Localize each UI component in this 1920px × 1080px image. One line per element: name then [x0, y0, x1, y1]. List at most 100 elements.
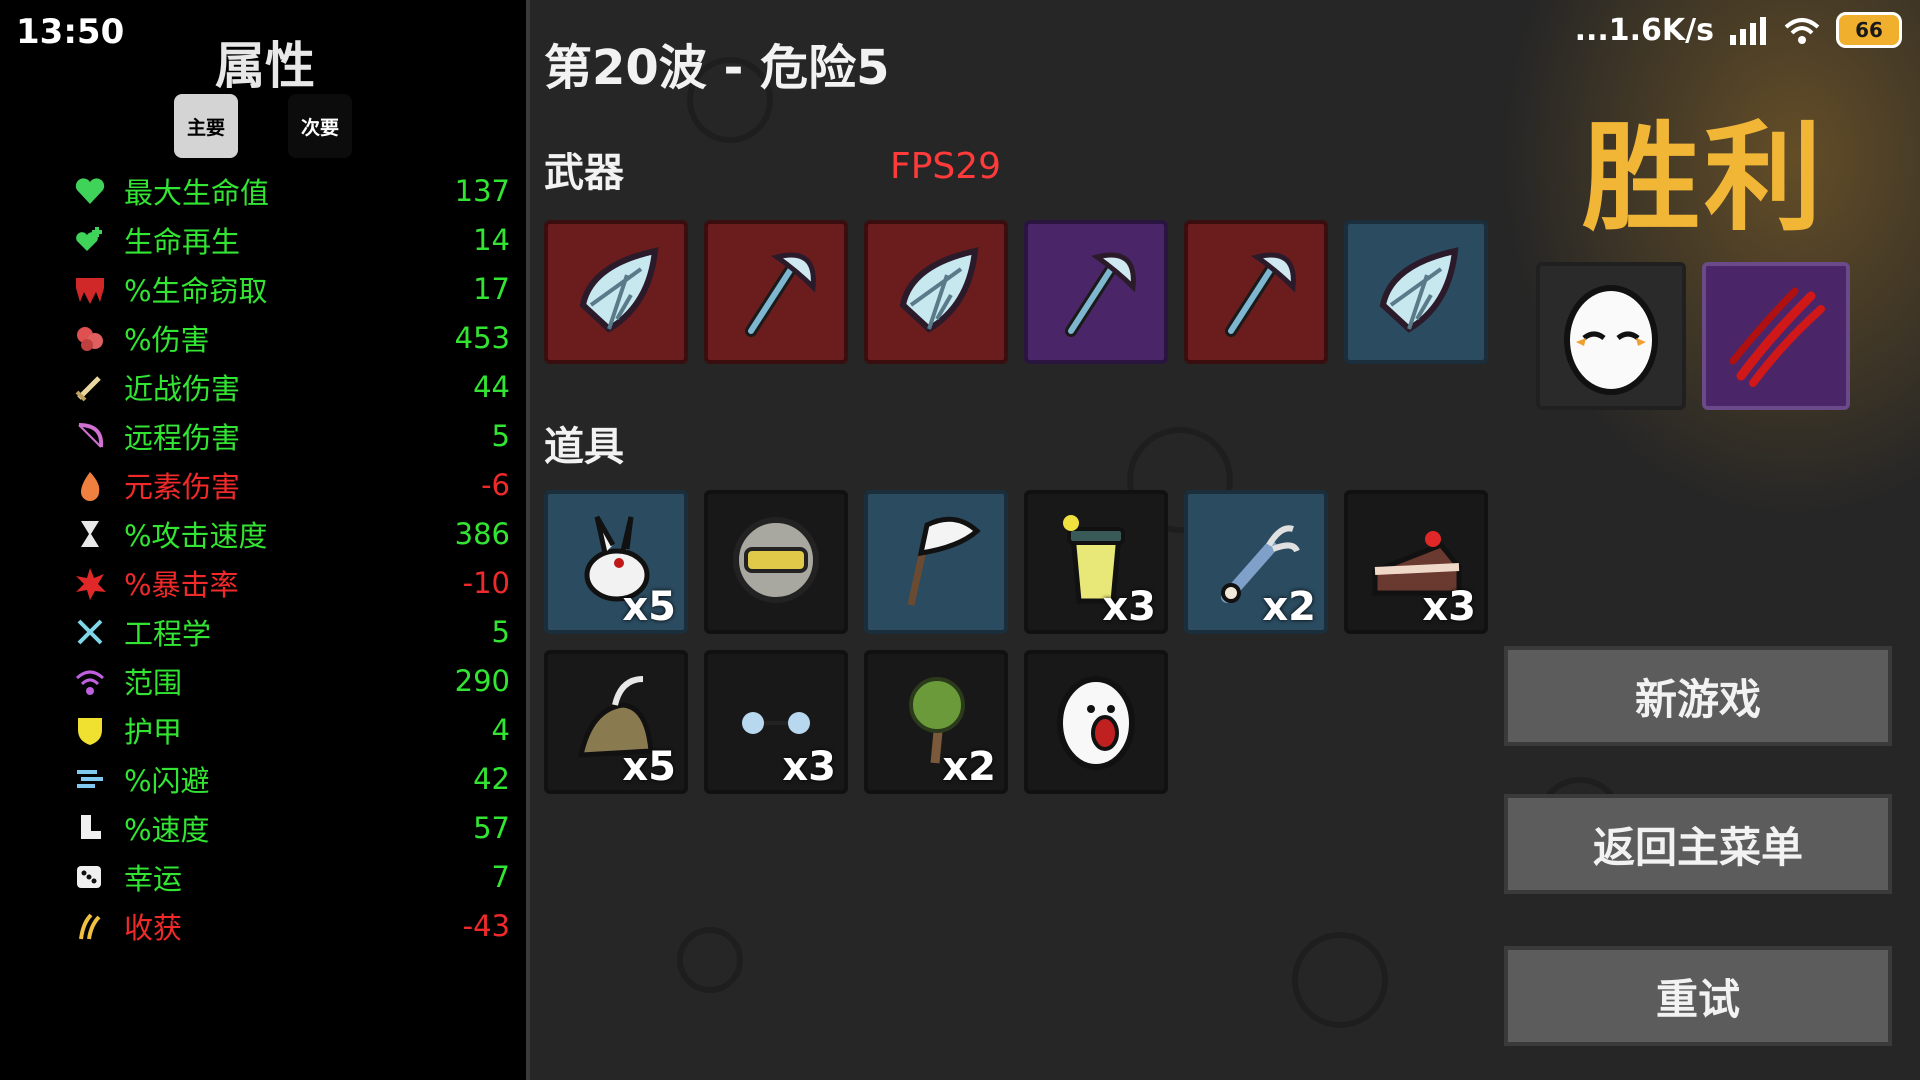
- stat-value: 17: [473, 271, 510, 306]
- stat-row: %攻击速度 386: [70, 509, 510, 558]
- stat-row: %暴击率 -10: [70, 558, 510, 607]
- character-slot[interactable]: [1536, 262, 1686, 410]
- tab-secondary[interactable]: 次要: [288, 94, 352, 158]
- weapon-slot[interactable]: [704, 220, 848, 364]
- stat-label: 远程伤害: [124, 420, 241, 455]
- network-speed: ...1.6K/s: [1574, 12, 1714, 48]
- weapon-slot[interactable]: [1344, 220, 1488, 364]
- bow-icon: [70, 416, 110, 456]
- dice-icon: [70, 857, 110, 897]
- stat-label: 生命再生: [124, 224, 241, 259]
- item-quantity: x3: [782, 744, 836, 790]
- victory-title: 胜利: [1582, 109, 1827, 247]
- shard-icon: [1361, 235, 1471, 349]
- stat-row: %闪避 42: [70, 754, 510, 803]
- item-slot[interactable]: x2: [1184, 490, 1328, 634]
- stat-value: 290: [454, 663, 510, 698]
- weapon-slot[interactable]: [1024, 220, 1168, 364]
- stat-value: 42: [473, 761, 510, 796]
- stat-list: 最大生命值 137 生命再生 14 %生命窃取 17 %伤害 453 近战伤害 44 远程伤害 5 元素…: [70, 166, 510, 950]
- stat-row: 生命再生 14: [70, 215, 510, 264]
- stat-label: %攻击速度: [124, 518, 268, 553]
- items-label: 道具: [544, 424, 624, 470]
- helmet-icon: [721, 505, 831, 619]
- stat-value: 14: [473, 222, 510, 257]
- harvest-icon: [70, 906, 110, 946]
- stat-row: 范围 290: [70, 656, 510, 705]
- item-quantity: x3: [1422, 584, 1476, 630]
- stat-label: %暴击率: [124, 567, 239, 602]
- wrench-icon: [70, 612, 110, 652]
- stat-row: %生命窃取 17: [70, 264, 510, 313]
- stat-label: %闪避: [124, 763, 210, 798]
- stat-label: 工程学: [124, 616, 212, 651]
- wave-title: 第20波 - 危险5: [544, 40, 890, 96]
- stat-value: 386: [454, 516, 510, 551]
- tab-primary[interactable]: 主要: [174, 94, 238, 158]
- stat-value: 57: [473, 810, 510, 845]
- new-game-button[interactable]: 新游戏: [1504, 646, 1892, 746]
- flag-icon: [881, 505, 991, 619]
- lifesteal-icon: [70, 269, 110, 309]
- weapon-slot[interactable]: [1184, 220, 1328, 364]
- shard-icon: [881, 235, 991, 349]
- main-menu-button[interactable]: 返回主菜单: [1504, 794, 1892, 894]
- stat-row: %伤害 453: [70, 313, 510, 362]
- stat-value: 5: [491, 418, 510, 453]
- hourglass-icon: [70, 514, 110, 554]
- stat-row: 远程伤害 5: [70, 411, 510, 460]
- stat-value: 4: [491, 712, 510, 747]
- egg-character-icon: [1564, 285, 1658, 395]
- stat-value: 7: [491, 859, 510, 894]
- signal-icon: [1730, 17, 1766, 45]
- weapon-slot[interactable]: [544, 220, 688, 364]
- item-slot[interactable]: x5: [544, 650, 688, 794]
- weapons-label: 武器: [544, 150, 624, 196]
- shield-icon: [70, 710, 110, 750]
- weapon-slot[interactable]: [864, 220, 1008, 364]
- stat-value: 137: [454, 173, 510, 208]
- item-slot[interactable]: x3: [1344, 490, 1488, 634]
- item-slot[interactable]: x2: [864, 650, 1008, 794]
- shard-icon: [561, 235, 671, 349]
- dodge-icon: [70, 759, 110, 799]
- item-slot[interactable]: [1024, 650, 1168, 794]
- axe-icon: [721, 235, 831, 349]
- battery-indicator: 66: [1836, 12, 1902, 48]
- stat-label: 范围: [124, 665, 183, 700]
- stat-label: 元素伤害: [124, 469, 241, 504]
- status-bar-right: ...1.6K/s 66: [1575, 12, 1902, 48]
- item-slot[interactable]: [864, 490, 1008, 634]
- stat-value: 44: [473, 369, 510, 404]
- screaming-egg-icon: [1041, 665, 1151, 779]
- stat-value: -10: [462, 565, 510, 600]
- stat-label: %生命窃取: [124, 273, 268, 308]
- stat-row: 近战伤害 44: [70, 362, 510, 411]
- regen-icon: [70, 220, 110, 260]
- stat-label: %伤害: [124, 322, 210, 357]
- stat-row: 工程学 5: [70, 607, 510, 656]
- perk-slot[interactable]: [1702, 262, 1850, 410]
- retry-button[interactable]: 重试: [1504, 946, 1892, 1046]
- item-slot[interactable]: x3: [1024, 490, 1168, 634]
- range-icon: [70, 661, 110, 701]
- stat-value: 5: [491, 614, 510, 649]
- flame-icon: [70, 465, 110, 505]
- victory-glow: [1500, 0, 1920, 520]
- item-quantity: x5: [622, 744, 676, 790]
- axe-icon: [1041, 235, 1151, 349]
- item-slot[interactable]: [704, 490, 848, 634]
- stat-row: 元素伤害 -6: [70, 460, 510, 509]
- axe-icon: [1201, 235, 1311, 349]
- stat-value: 453: [454, 320, 510, 355]
- boot-icon: [70, 808, 110, 848]
- item-quantity: x2: [1262, 584, 1316, 630]
- item-quantity: x3: [1102, 584, 1156, 630]
- stat-label: %速度: [124, 812, 210, 847]
- stat-label: 幸运: [124, 861, 183, 896]
- item-slot[interactable]: x3: [704, 650, 848, 794]
- stats-panel-title: 属性: [215, 37, 315, 95]
- stat-label: 收获: [124, 910, 183, 945]
- item-slot[interactable]: x5: [544, 490, 688, 634]
- wifi-icon: [1784, 18, 1820, 44]
